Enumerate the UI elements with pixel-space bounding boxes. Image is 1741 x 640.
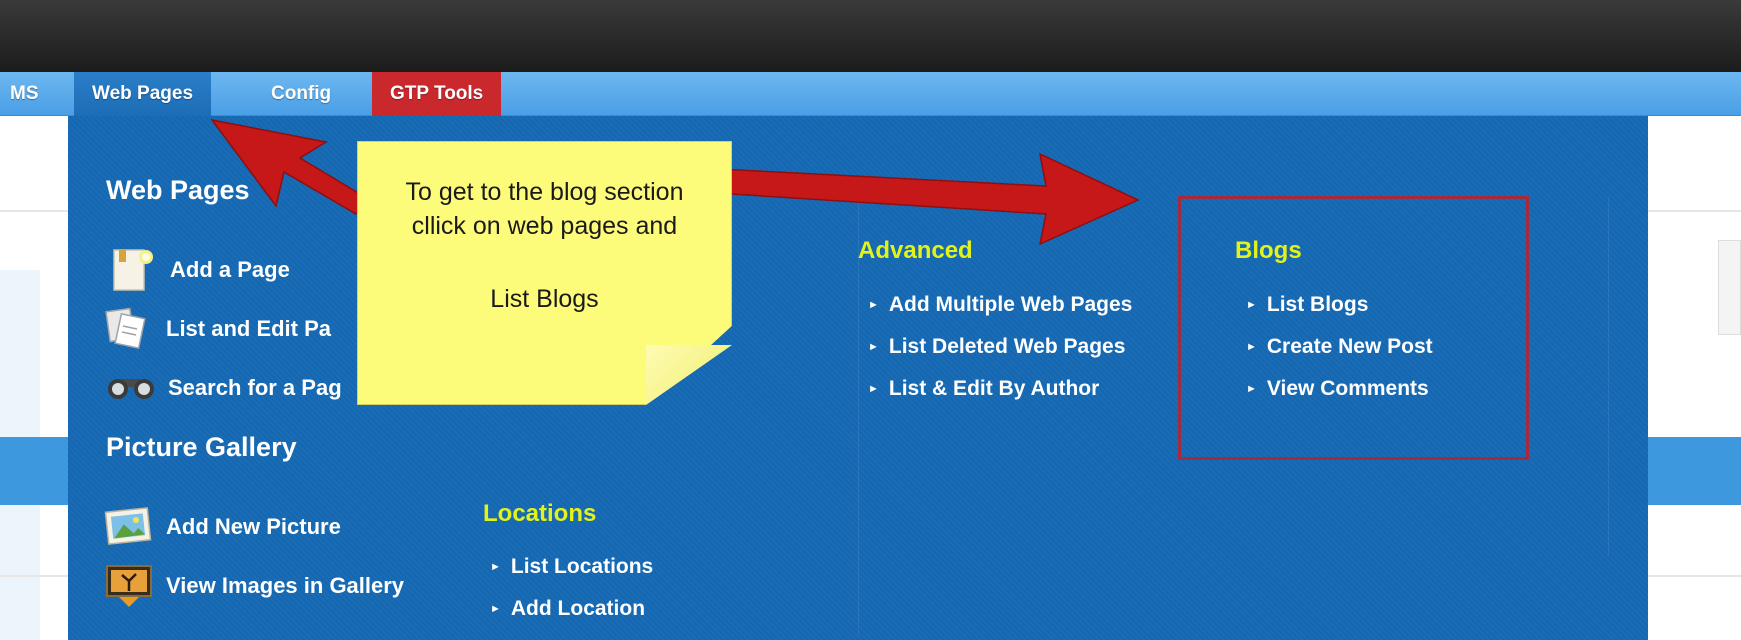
- sticky-note-text: To get to the blog section cllick on web…: [357, 175, 732, 243]
- add-page-label: Add a Page: [170, 257, 290, 282]
- list-edit-by-author-label: List & Edit By Author: [888, 377, 1100, 400]
- search-pages-label: Search for a Pag: [168, 375, 342, 400]
- nav-item-config[interactable]: Config: [253, 72, 349, 116]
- locations-heading: Locations: [483, 500, 597, 527]
- list-edit-pages-label: List and Edit Pa: [166, 316, 332, 341]
- bullet-arrow-icon: ►: [868, 341, 879, 353]
- add-multiple-web-pages-label: Add Multiple Web Pages: [888, 293, 1133, 316]
- sticky-note-line-2: cllick on web pages and: [411, 212, 678, 240]
- nav-item-gtp-tools[interactable]: GTP Tools: [372, 72, 502, 116]
- list-deleted-web-pages-link[interactable]: ► List Deleted Web Pages: [868, 335, 1125, 359]
- bullet-arrow-icon: ►: [490, 603, 501, 615]
- bullet-arrow-icon: ►: [490, 561, 501, 573]
- main-nav-bar: MS Web Pages Config GTP Tools: [0, 72, 1741, 116]
- sticky-note-line-1: To get to the blog section: [405, 178, 684, 206]
- search-pages-link[interactable]: Search for a Pag: [106, 365, 342, 411]
- blogs-highlight-box: [1178, 196, 1529, 460]
- list-locations-link[interactable]: ► List Locations: [490, 555, 653, 579]
- add-location-link[interactable]: ► Add Location: [490, 597, 645, 621]
- page-add-icon: [113, 249, 153, 291]
- list-deleted-web-pages-label: List Deleted Web Pages: [888, 335, 1126, 358]
- top-header-bar: [0, 0, 1741, 72]
- picture-add-icon: [104, 507, 152, 545]
- web-pages-heading: Web Pages: [106, 175, 250, 205]
- background-divider: [1648, 210, 1741, 212]
- add-location-label: Add Location: [510, 597, 646, 620]
- picture-gallery-heading: Picture Gallery: [106, 432, 297, 462]
- add-new-picture-label: Add New Picture: [166, 514, 341, 539]
- add-new-picture-link[interactable]: Add New Picture: [104, 504, 341, 550]
- bullet-arrow-icon: ►: [868, 383, 879, 395]
- background-widget: [1718, 240, 1741, 335]
- view-images-gallery-link[interactable]: View Images in Gallery: [104, 563, 404, 609]
- nav-item-cms[interactable]: MS: [0, 72, 57, 116]
- advanced-heading: Advanced: [858, 237, 973, 264]
- binoculars-icon: [108, 379, 154, 399]
- list-edit-pages-link[interactable]: List and Edit Pa: [104, 306, 331, 352]
- pages-list-icon: [105, 307, 146, 350]
- column-divider: [1608, 196, 1609, 556]
- list-edit-by-author-link[interactable]: ► List & Edit By Author: [868, 377, 1099, 401]
- view-images-gallery-label: View Images in Gallery: [166, 573, 405, 598]
- background-divider: [0, 210, 68, 212]
- add-multiple-web-pages-link[interactable]: ► Add Multiple Web Pages: [868, 293, 1132, 317]
- bullet-arrow-icon: ►: [868, 299, 879, 311]
- list-locations-label: List Locations: [510, 555, 654, 578]
- add-page-link[interactable]: Add a Page: [108, 247, 290, 293]
- gallery-view-icon: [106, 565, 152, 607]
- sticky-note-line-3: List Blogs: [490, 285, 599, 313]
- nav-item-web-pages[interactable]: Web Pages: [74, 72, 212, 116]
